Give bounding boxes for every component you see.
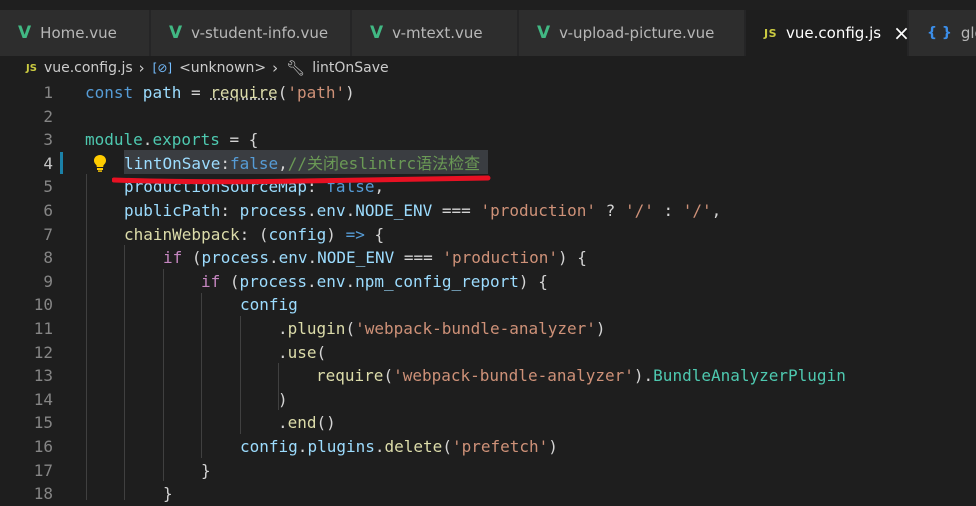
tab-label: v-student-info.vue [191,24,329,42]
breadcrumb-symbol[interactable]: <unknown> [179,60,266,76]
code-line-10: 10 config [0,293,976,317]
line-number: 12 [33,342,53,362]
code-line-15: 15 .end() [0,411,976,435]
tab-v-upload-picture-vue[interactable]: V v-upload-picture.vue [519,10,745,56]
code-line-6: 6 publicPath: process.env.NODE_ENV === '… [0,199,976,223]
code-text: if (process.env.npm_config_report) { [201,271,548,291]
code-editor[interactable]: 1 const path = require('path') 2 3 modul… [0,80,976,503]
code-text: require('webpack-bundle-analyzer').Bundl… [316,366,846,386]
chevron-right-icon: › [272,59,279,77]
code-text: .end() [278,413,336,433]
tab-glob[interactable]: { } glob [909,10,976,56]
code-text: chainWebpack: (config) => { [124,224,385,244]
vue-icon: V [169,23,183,43]
tab-vue-config-js[interactable]: JS vue.config.js × [746,10,910,56]
line-number: 5 [43,177,53,197]
line-number: 16 [33,437,53,456]
code-text: if (process.env.NODE_ENV === 'production… [163,248,587,268]
code-line-13: 13 require('webpack-bundle-analyzer').Bu… [0,364,976,388]
code-line-8: 8 if (process.env.NODE_ENV === 'producti… [0,246,976,270]
code-line-3: 3 module.exports = { [0,128,976,152]
close-icon[interactable]: × [893,23,910,43]
code-line-17: 17 } [0,459,976,483]
line-number: 1 [43,83,53,102]
json-icon: { } [927,25,952,41]
code-line-4: 4 lintOnSave:false,//关闭eslintrc语法检查 [0,152,976,176]
code-line-7: 7 chainWebpack: (config) => { [0,223,976,247]
line-number: 7 [43,224,53,244]
editor-tab-bar: V Home.vue V v-student-info.vue V v-mtex… [0,0,976,56]
line-number: 17 [33,460,53,480]
code-line-14: 14 ) [0,388,976,412]
js-icon: JS [26,62,37,74]
line-number: 6 [43,201,53,220]
wrench-icon: 🔧︎ [286,59,306,77]
code-line-2: 2 [0,105,976,129]
breadcrumb: JS vue.config.js › [⊘] <unknown> › 🔧︎ li… [0,56,976,80]
tab-label: v-mtext.vue [392,24,483,42]
tab-label: glob [960,24,976,42]
breadcrumb-function[interactable]: lintOnSave [312,60,388,76]
tab-label: Home.vue [40,24,117,42]
line-number: 18 [33,484,53,504]
tab-home-vue[interactable]: V Home.vue [0,10,150,56]
code-text: config.plugins.delete('prefetch') [240,437,558,456]
symbol-icon: [⊘] [152,61,173,75]
vue-icon: V [370,23,384,43]
code-text: publicPath: process.env.NODE_ENV === 'pr… [124,201,722,220]
code-line-1: 1 const path = require('path') [0,81,976,105]
code-text: ) [278,389,288,409]
title-strip [0,0,976,10]
code-text: lintOnSave:false,//关闭eslintrc语法检查 [124,153,481,173]
vue-icon: V [18,23,32,43]
code-line-9: 9 if (process.env.npm_config_report) { [0,270,976,294]
line-number: 15 [33,413,53,433]
code-line-18: 18 } [0,482,976,506]
line-number: 3 [43,130,53,150]
code-text: .use( [278,342,327,362]
line-number: 9 [43,271,53,291]
line-number: 2 [43,106,53,126]
code-line-11: 11 .plugin('webpack-bundle-analyzer') [0,317,976,341]
tab-label: vue.config.js [786,24,882,42]
tab-v-student-info-vue[interactable]: V v-student-info.vue [151,10,351,56]
vue-icon: V [537,23,551,43]
js-icon: JS [764,26,778,40]
chevron-right-icon: › [138,59,145,77]
code-text: } [163,484,173,504]
line-number: 10 [33,295,53,315]
breadcrumb-file[interactable]: vue.config.js [44,60,133,76]
line-number: 4 [43,153,53,173]
code-text: const path = require('path') [85,83,355,102]
line-number: 8 [43,248,53,268]
red-underline-annotation [112,175,491,185]
code-text: module.exports = { [85,130,259,150]
line-number: 14 [33,389,53,409]
line-number: 13 [33,366,53,386]
code-text: config [240,295,298,315]
tab-label: v-upload-picture.vue [559,24,715,42]
code-text: .plugin('webpack-bundle-analyzer') [278,319,606,338]
line-number: 11 [33,319,53,338]
code-text: } [201,460,211,480]
tab-v-mtext-vue[interactable]: V v-mtext.vue [352,10,518,56]
code-line-16: 16 config.plugins.delete('prefetch') [0,435,976,459]
code-line-12: 12 .use( [0,341,976,365]
